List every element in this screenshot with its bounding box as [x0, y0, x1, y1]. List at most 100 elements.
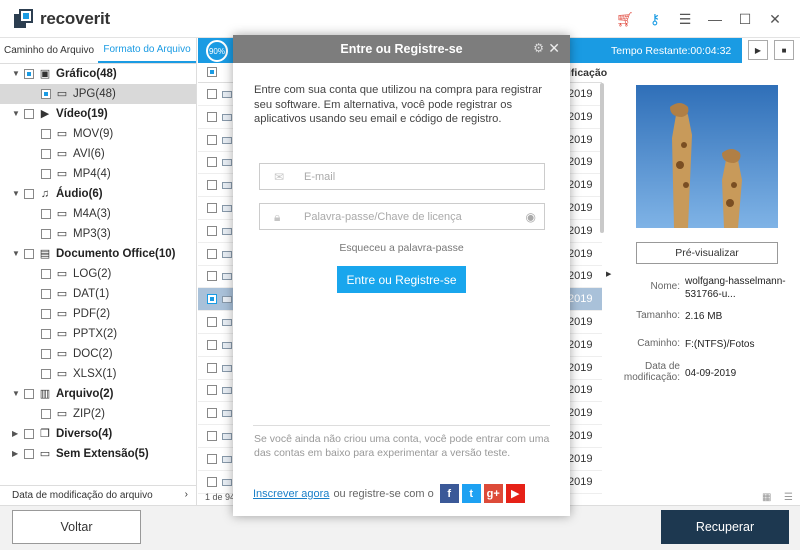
tree-checkbox[interactable] — [41, 269, 51, 279]
tree-category[interactable]: ▼ ▶ Vídeo(19) — [0, 104, 196, 124]
chevron-right-icon[interactable]: ▶ — [12, 429, 20, 438]
file-checkbox[interactable] — [207, 225, 217, 236]
grid-view-icon[interactable]: ▦ — [762, 492, 771, 503]
tree-item[interactable]: ▭ M4A(3) — [0, 204, 196, 224]
menu-icon[interactable]: ☰ — [670, 9, 700, 29]
file-checkbox[interactable] — [207, 157, 217, 168]
tree-checkbox[interactable] — [41, 149, 51, 159]
login-button[interactable]: Entre ou Registre-se — [337, 266, 466, 293]
tree-item[interactable]: ▭ XLSX(1) — [0, 364, 196, 384]
tree-item[interactable]: ▭ MP4(4) — [0, 164, 196, 184]
file-checkbox[interactable] — [207, 385, 217, 396]
file-checkbox[interactable] — [207, 271, 217, 282]
facebook-icon[interactable]: f — [439, 484, 459, 503]
password-field[interactable]: 🔒︎ ◉ — [259, 203, 545, 230]
chevron-down-icon[interactable]: ▼ — [12, 249, 20, 258]
minimize-icon[interactable]: — — [700, 9, 730, 29]
file-checkbox[interactable] — [207, 89, 217, 99]
sidebar-footer[interactable]: Data de modificação do arquivo › — [0, 485, 196, 505]
file-checkbox[interactable] — [207, 203, 217, 213]
tree-checkbox[interactable] — [41, 349, 51, 359]
tree-item[interactable]: ▭ JPG(48) — [0, 84, 196, 104]
chevron-down-icon[interactable]: ▼ — [12, 109, 20, 118]
tree-checkbox[interactable] — [41, 309, 51, 319]
play-button[interactable]: ▶ — [748, 40, 768, 60]
tree-checkbox[interactable] — [24, 249, 34, 259]
file-checkbox[interactable] — [207, 408, 217, 419]
tree-checkbox[interactable] — [24, 109, 34, 119]
file-checkbox[interactable] — [207, 453, 217, 464]
tree-checkbox[interactable] — [24, 189, 34, 199]
chevron-down-icon[interactable]: ▼ — [12, 189, 20, 198]
tree-item[interactable]: ▭ LOG(2) — [0, 264, 196, 284]
tree-item[interactable]: ▭ PPTX(2) — [0, 324, 196, 344]
file-list-scrollbar[interactable] — [600, 83, 604, 233]
tree-checkbox[interactable] — [41, 289, 51, 299]
tree-checkbox[interactable] — [41, 409, 51, 419]
chevron-right-icon[interactable]: ▶ — [12, 449, 20, 458]
file-checkbox[interactable] — [207, 476, 217, 487]
tree-item[interactable]: ▭ MP3(3) — [0, 224, 196, 244]
maximize-icon[interactable]: ☐ — [730, 9, 760, 29]
tree-checkbox[interactable] — [41, 89, 51, 99]
file-checkbox[interactable] — [207, 431, 217, 441]
file-checkbox[interactable] — [207, 248, 217, 259]
youtube-icon[interactable]: ▶ — [505, 484, 525, 503]
tree-checkbox[interactable] — [24, 449, 34, 459]
file-type-tree: ▼ ▣ Gráfico(48) ▭ JPG(48) ▼ ▶ Vídeo(19) ▭ MOV(9) ▭… — [0, 64, 196, 464]
cart-icon[interactable]: 🛒︎ — [610, 9, 640, 29]
tree-category[interactable]: ▼ ▣ Gráfico(48) — [0, 64, 196, 84]
tree-category[interactable]: ▼ ▤ Documento Office(10) — [0, 244, 196, 264]
back-button[interactable]: Voltar — [12, 510, 141, 544]
tree-checkbox[interactable] — [41, 209, 51, 219]
tree-checkbox[interactable] — [41, 369, 51, 379]
tree-item[interactable]: ▭ ZIP(2) — [0, 404, 196, 424]
tree-category[interactable]: ▶ ▭ Sem Extensão(5) — [0, 444, 196, 464]
stop-button[interactable]: ■ — [774, 40, 794, 60]
password-input[interactable] — [304, 209, 514, 225]
eye-icon[interactable]: ◉ — [526, 210, 536, 224]
tree-checkbox[interactable] — [24, 389, 34, 399]
tree-item[interactable]: ▭ PDF(2) — [0, 304, 196, 324]
file-checkbox[interactable] — [207, 294, 217, 305]
tree-checkbox[interactable] — [41, 229, 51, 239]
tree-item[interactable]: ▭ MOV(9) — [0, 124, 196, 144]
file-checkbox[interactable] — [207, 180, 217, 191]
tree-item[interactable]: ▭ DAT(1) — [0, 284, 196, 304]
chevron-down-icon[interactable]: ▼ — [12, 389, 20, 398]
email-input[interactable] — [304, 169, 514, 185]
file-checkbox[interactable] — [207, 317, 217, 327]
close-icon[interactable]: ✕ — [548, 40, 560, 57]
tree-checkbox[interactable] — [24, 429, 34, 439]
signup-link[interactable]: Inscrever agora — [253, 488, 329, 500]
recover-button[interactable]: Recuperar — [661, 510, 789, 544]
gear-icon[interactable]: ⚙ — [533, 41, 544, 55]
forgot-password-link[interactable]: Esqueceu a palavra-passe — [233, 242, 570, 254]
expand-preview-arrow-icon[interactable]: ▶ — [606, 270, 611, 278]
column-modified-date[interactable]: ificação — [568, 67, 607, 79]
tab-file-path[interactable]: Caminho do Arquivo — [0, 38, 98, 63]
file-checkbox[interactable] — [207, 111, 217, 122]
tree-category[interactable]: ▼ ▥ Arquivo(2) — [0, 384, 196, 404]
tree-item[interactable]: ▭ DOC(2) — [0, 344, 196, 364]
list-view-icon[interactable]: ☰ — [784, 492, 793, 503]
chevron-down-icon[interactable]: ▼ — [12, 69, 20, 78]
preview-button[interactable]: Pré-visualizar — [636, 242, 778, 264]
tree-checkbox[interactable] — [41, 169, 51, 179]
key-icon[interactable]: ⚷ — [640, 9, 670, 29]
tree-checkbox[interactable] — [41, 329, 51, 339]
tree-checkbox[interactable] — [41, 129, 51, 139]
tree-checkbox[interactable] — [24, 69, 34, 79]
tree-category[interactable]: ▼ ♫ Áudio(6) — [0, 184, 196, 204]
tree-category[interactable]: ▶ ❐ Diverso(4) — [0, 424, 196, 444]
file-checkbox[interactable] — [207, 362, 217, 373]
twitter-icon[interactable]: t — [461, 484, 481, 503]
google-plus-icon[interactable]: g+ — [483, 484, 503, 503]
close-icon[interactable]: ✕ — [760, 9, 790, 29]
email-field[interactable]: ✉ — [259, 163, 545, 190]
tab-file-format[interactable]: Formato do Arquivo — [98, 38, 196, 63]
file-checkbox[interactable] — [207, 339, 217, 350]
file-checkbox[interactable] — [207, 134, 217, 145]
select-all-checkbox[interactable] — [207, 67, 217, 77]
tree-item[interactable]: ▭ AVI(6) — [0, 144, 196, 164]
